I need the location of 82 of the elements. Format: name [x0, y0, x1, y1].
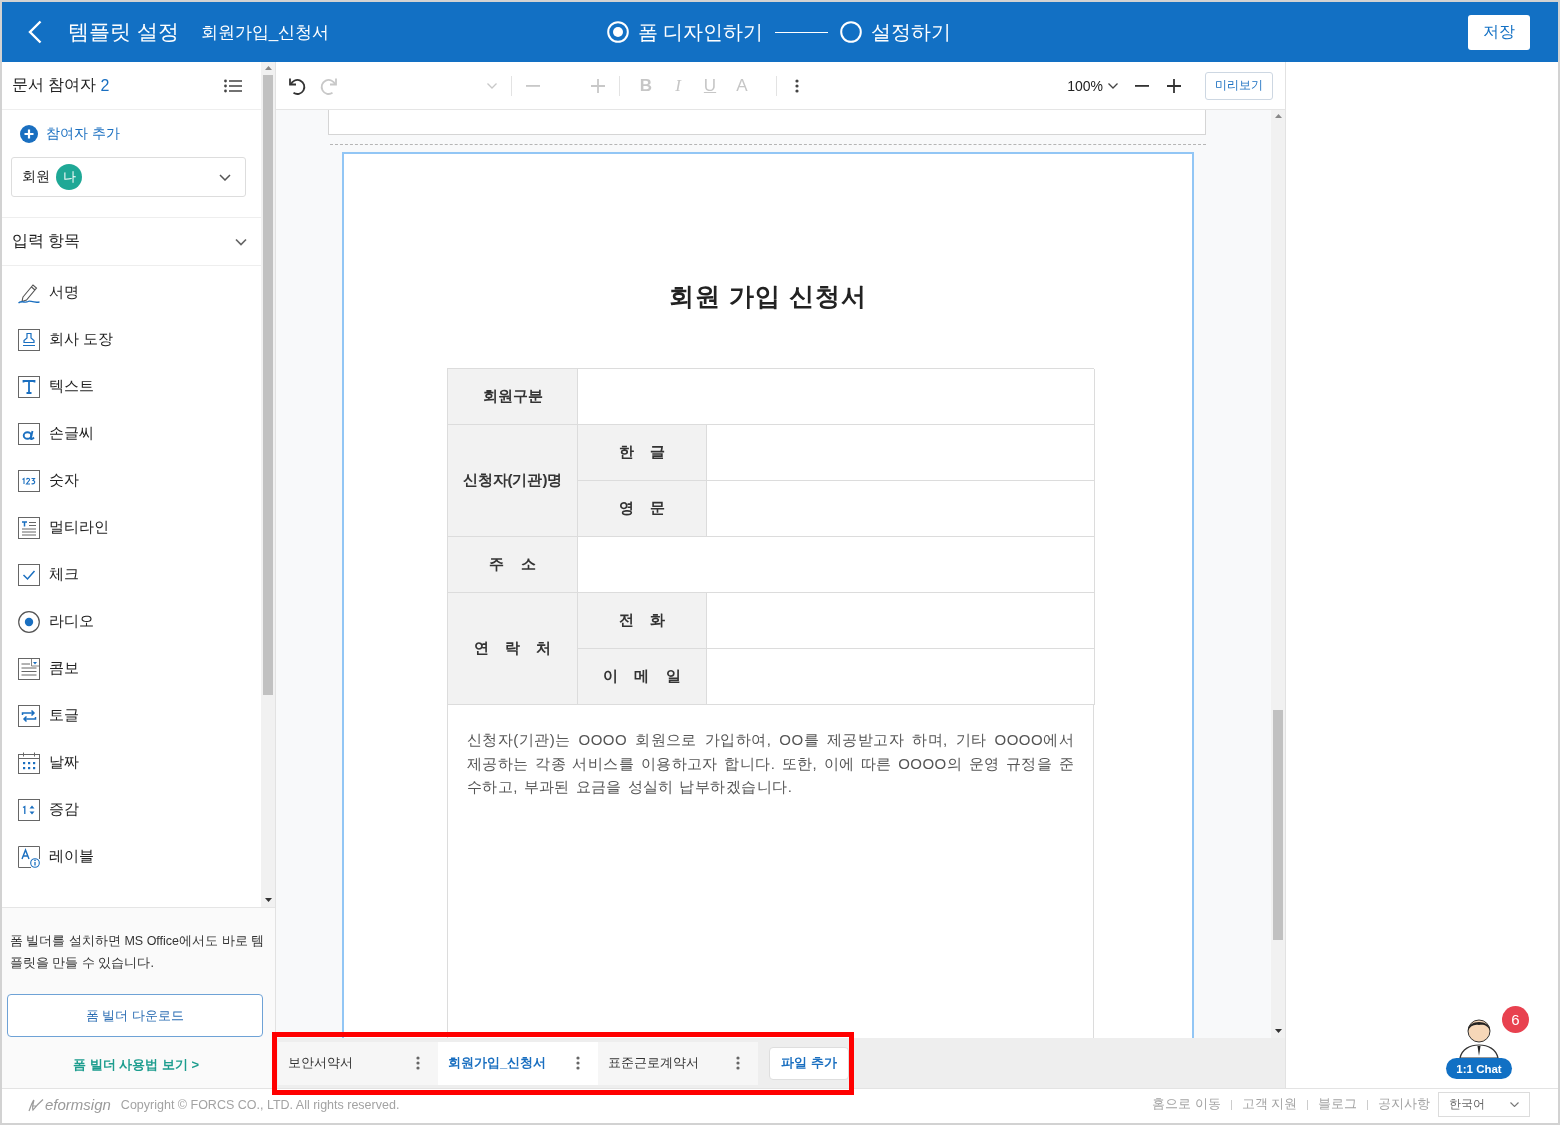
- back-button[interactable]: [28, 20, 42, 44]
- scrollbar-thumb[interactable]: [263, 75, 273, 695]
- unread-count-badge: 6: [1502, 1006, 1529, 1033]
- field-item[interactable]: 증감: [2, 786, 261, 833]
- participant-avatar: 나: [56, 164, 82, 190]
- list-icon[interactable]: [224, 78, 242, 93]
- plus-icon[interactable]: [1167, 78, 1181, 93]
- form-label-cell: 한 글: [578, 425, 707, 481]
- swap-arrows-icon: [18, 704, 40, 727]
- language-select[interactable]: 한국어: [1438, 1092, 1530, 1117]
- add-participant-button[interactable]: 참여자 추가: [11, 121, 120, 147]
- checkbox-icon: [18, 563, 40, 586]
- stamp-icon: [18, 328, 40, 351]
- chevron-down-icon: [219, 173, 231, 181]
- logo-wordmark: eformsign: [45, 1096, 111, 1113]
- label-info-icon: [18, 845, 40, 868]
- form-label-cell: 신청자(기관)명: [448, 425, 578, 537]
- step-connector: [775, 31, 829, 33]
- document-title: 회원 가입 신청서: [669, 281, 867, 311]
- list-select-icon: [18, 657, 40, 680]
- guide-link[interactable]: 폼 빌더 사용법 보기 >: [72, 1056, 199, 1074]
- file-tab[interactable]: 보안서약서: [278, 1041, 438, 1085]
- more-icon[interactable]: [795, 78, 799, 93]
- text-lines-icon: [18, 516, 40, 539]
- notice-text: 신청자(기관)는 OOOO 회원으로 가입하여, OO를 제공받고자 하며, 기타 OOOO에서 제공하는 각종 서비스를 이용하고자 합니다. 또한, 이에 따른 OOOO의 운영 규정을 준수하고, 부과된 요금을 성실히 납부하겠습니다.: [467, 730, 1074, 797]
- participant-select[interactable]: 회원 나: [11, 157, 246, 197]
- scroll-up-icon[interactable]: [1274, 114, 1282, 118]
- step-tab[interactable]: 폼 디자인하기: [606, 18, 764, 46]
- file-tab[interactable]: 회원가입_신청서: [438, 1041, 598, 1085]
- radio-icon: [18, 610, 40, 633]
- participant-count: 2: [100, 76, 110, 95]
- scrollbar-thumb[interactable]: [1273, 710, 1283, 940]
- zoom-select[interactable]: 100%: [1067, 77, 1118, 94]
- page-title: 템플릿 설정: [68, 19, 179, 45]
- field-item[interactable]: 숫자: [2, 457, 261, 504]
- more-icon[interactable]: [576, 1056, 580, 1070]
- field-item[interactable]: 텍스트: [2, 363, 261, 410]
- field-item[interactable]: 토글: [2, 692, 261, 739]
- form-label-cell: 이 메 일: [578, 649, 707, 705]
- scrollbar-track[interactable]: [1271, 110, 1285, 1038]
- chevron-left-icon: [28, 20, 42, 44]
- field-item[interactable]: 서명: [2, 269, 261, 316]
- number-digits-icon: [18, 469, 40, 492]
- stepper-icon: [18, 798, 40, 821]
- field-item[interactable]: 체크: [2, 551, 261, 598]
- form-label-cell: 전 화: [578, 593, 707, 649]
- add-file-button[interactable]: 파일 추가: [769, 1046, 849, 1080]
- file-tab[interactable]: 표준근로계약서: [598, 1041, 758, 1085]
- script-a-icon: [18, 422, 40, 445]
- field-item[interactable]: 날짜: [2, 739, 261, 786]
- calendar-icon: [18, 751, 40, 774]
- participants-title: 문서 참여자: [12, 75, 97, 95]
- scroll-down-icon[interactable]: [264, 898, 272, 902]
- chevron-down-icon: [1108, 82, 1118, 89]
- chevron-down-icon: [1510, 1102, 1519, 1107]
- chat-button[interactable]: 1:1 Chat: [1446, 1058, 1512, 1079]
- more-icon[interactable]: [736, 1056, 740, 1070]
- step-tab[interactable]: 설정하기: [840, 18, 952, 46]
- field-item[interactable]: 콤보: [2, 645, 261, 692]
- preview-button[interactable]: 미리보기: [1205, 71, 1273, 100]
- promo-text: 폼 빌더를 설치하면 MS Office에서도 바로 템플릿을 만들 수 있습니다.: [10, 933, 265, 972]
- form-label-cell: 회원구분: [448, 369, 578, 425]
- field-item[interactable]: 멀티라인: [2, 504, 261, 551]
- form-label-cell: 영 문: [578, 481, 707, 537]
- form-label-cell: 주 소: [448, 537, 578, 593]
- download-button[interactable]: 폼 빌더 다운로드: [7, 994, 263, 1037]
- scroll-down-icon[interactable]: [1274, 1029, 1282, 1033]
- pen-swoosh-icon: [28, 1097, 44, 1112]
- field-item[interactable]: 라디오: [2, 598, 261, 645]
- scroll-up-icon[interactable]: [264, 66, 272, 70]
- form-label-cell: 연 락 처: [448, 593, 578, 705]
- field-item[interactable]: 레이블: [2, 833, 261, 880]
- field-item[interactable]: 손글씨: [2, 410, 261, 457]
- more-icon[interactable]: [416, 1056, 420, 1070]
- document-name: 회원가입_신청서: [200, 21, 330, 44]
- scrollbar-track[interactable]: [261, 62, 275, 907]
- save-button[interactable]: 저장: [1468, 14, 1530, 50]
- letter-t-icon: [18, 375, 40, 398]
- field-item[interactable]: 회사 도장: [2, 316, 261, 363]
- minus-icon[interactable]: [1135, 84, 1149, 87]
- plus-circle-icon: [20, 125, 38, 143]
- copyright-text: Copyright © FORCS CO., LTD. All rights reserved.: [120, 1097, 400, 1112]
